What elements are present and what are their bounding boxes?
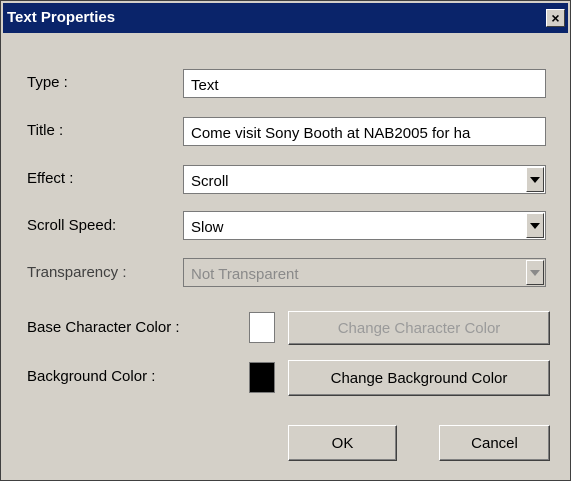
title-input[interactable]: Come visit Sony Booth at NAB2005 for ha xyxy=(183,117,546,146)
scroll-speed-value: Slow xyxy=(191,219,224,236)
base-character-color-label: Base Character Color : xyxy=(27,319,180,336)
transparency-label: Transparency : xyxy=(27,264,127,281)
effect-label: Effect : xyxy=(27,170,74,187)
chevron-down-icon xyxy=(530,222,540,229)
cancel-button[interactable]: Cancel xyxy=(439,425,550,461)
title-label: Title : xyxy=(27,122,64,139)
title-bar[interactable]: Text Properties × xyxy=(3,3,568,33)
ok-button[interactable]: OK xyxy=(288,425,397,461)
transparency-value: Not Transparent xyxy=(191,266,299,283)
transparency-select: Not Transparent xyxy=(183,258,546,287)
scroll-speed-dropdown-button[interactable] xyxy=(526,213,544,238)
effect-dropdown-button[interactable] xyxy=(526,167,544,192)
base-character-color-swatch xyxy=(249,312,275,343)
effect-select[interactable]: Scroll xyxy=(183,165,546,194)
text-properties-dialog: Text Properties × Type : Text Title : Co… xyxy=(0,0,571,481)
close-icon: × xyxy=(551,10,560,26)
type-label: Type : xyxy=(27,74,68,91)
close-button[interactable]: × xyxy=(546,9,565,27)
change-character-color-button[interactable]: Change Character Color xyxy=(288,311,550,345)
scroll-speed-select[interactable]: Slow xyxy=(183,211,546,240)
background-color-swatch xyxy=(249,362,275,393)
type-field[interactable]: Text xyxy=(183,69,546,98)
transparency-dropdown-button xyxy=(526,260,544,285)
chevron-down-icon xyxy=(530,269,540,276)
scroll-speed-label: Scroll Speed: xyxy=(27,217,117,234)
background-color-label: Background Color : xyxy=(27,368,156,385)
dialog-title: Text Properties xyxy=(7,9,116,26)
change-background-color-button[interactable]: Change Background Color xyxy=(288,360,550,396)
effect-value: Scroll xyxy=(191,173,229,190)
chevron-down-icon xyxy=(530,176,540,183)
